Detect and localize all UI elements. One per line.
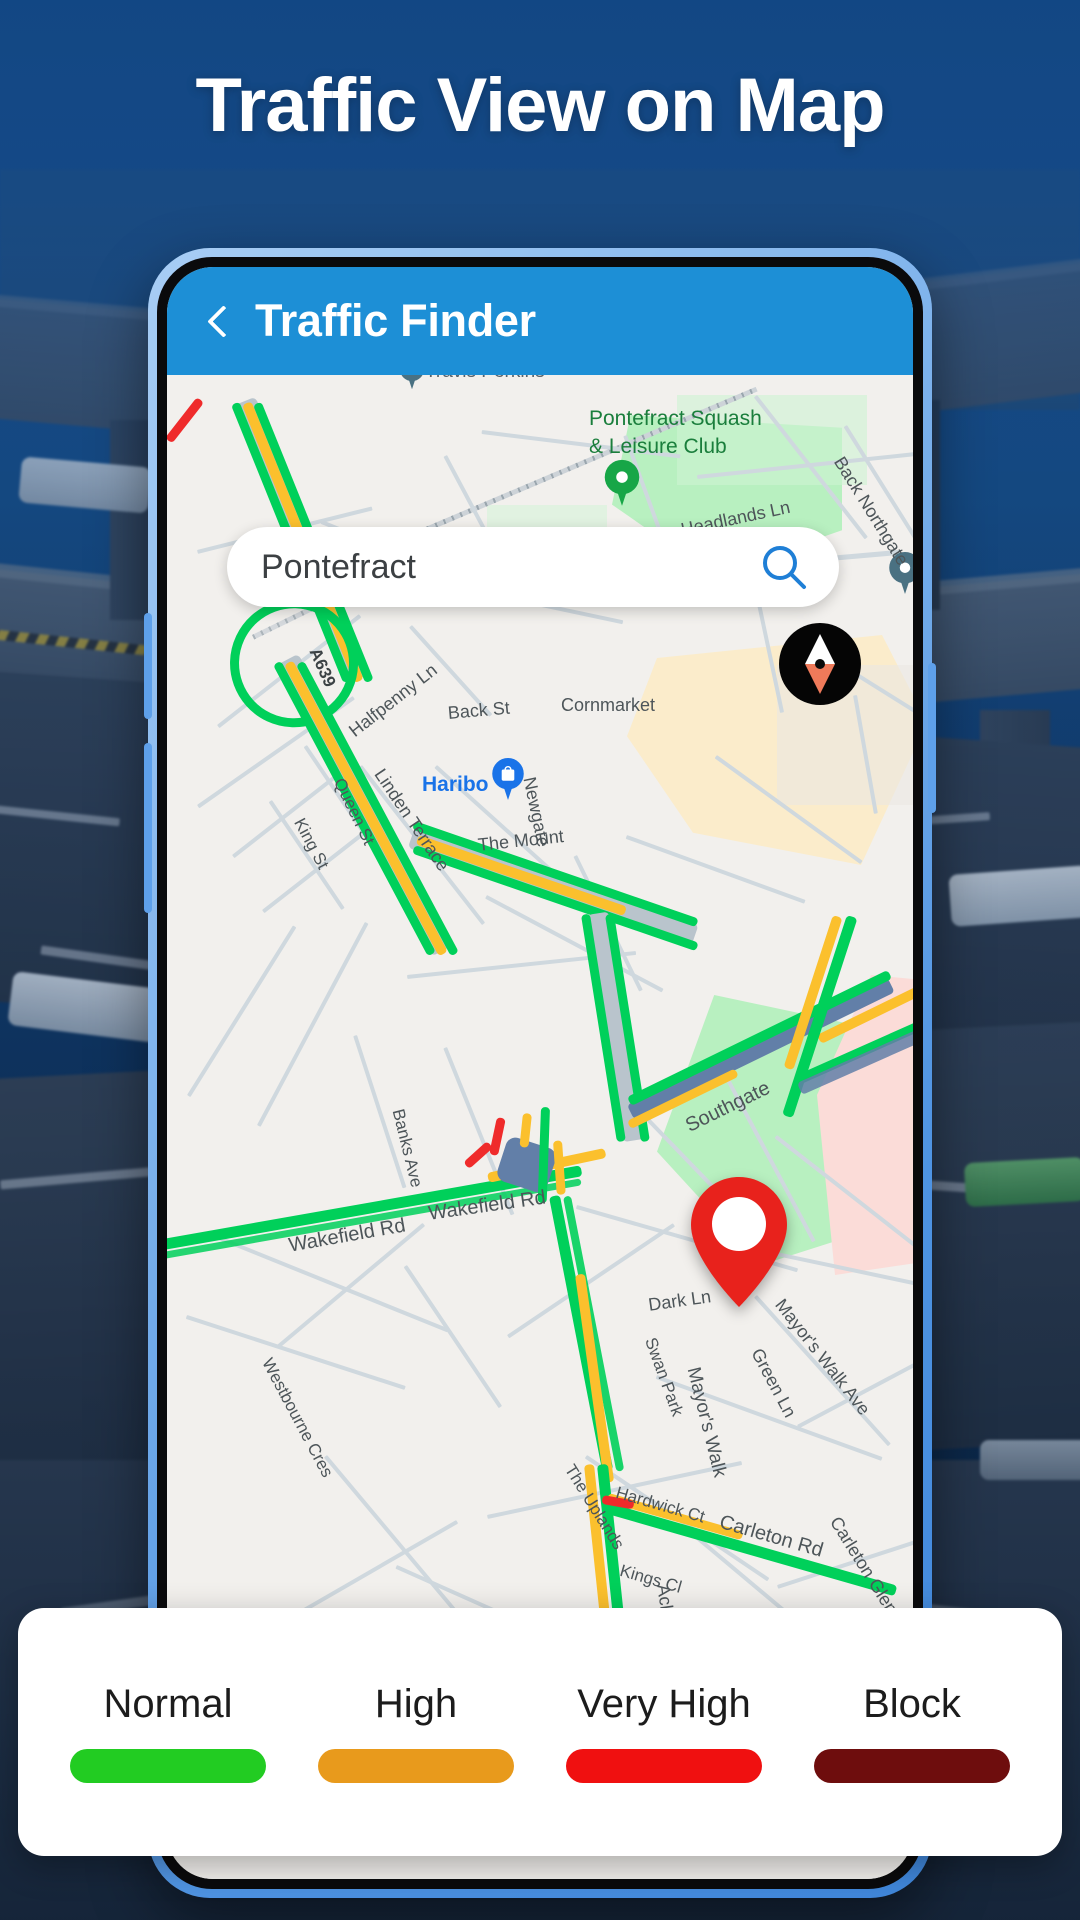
- traffic-legend-card: Normal High Very High Block: [18, 1608, 1062, 1856]
- volume-down-button[interactable]: [144, 743, 152, 913]
- legend-swatch-very-high: [566, 1748, 762, 1783]
- map-label-travis-perkins: Travis Perkins: [425, 375, 545, 383]
- location-pin-marker[interactable]: [685, 1175, 793, 1309]
- legend-item-very-high: Very High: [548, 1682, 780, 1783]
- legend-label: Block: [863, 1681, 961, 1726]
- app-bar: Traffic Finder: [167, 267, 913, 375]
- legend-swatch-block: [814, 1748, 1010, 1783]
- map-label-haribo: Haribo: [422, 773, 489, 796]
- map-pin-leisure-club[interactable]: [604, 459, 640, 508]
- app-title: Traffic Finder: [255, 295, 536, 346]
- search-input[interactable]: Pontefract: [261, 548, 759, 587]
- back-chevron-icon[interactable]: [203, 306, 233, 336]
- legend-swatch-normal: [70, 1748, 266, 1783]
- legend-swatch-high: [318, 1748, 514, 1783]
- legend-item-high: High: [300, 1682, 532, 1783]
- map-road-label: Swan Park: [641, 1335, 688, 1419]
- map-label-leisure-club-line1: Pontefract Squash: [589, 407, 762, 430]
- page-title: Traffic View on Map: [195, 63, 885, 148]
- legend-label: Normal: [103, 1681, 233, 1726]
- legend-label: Very High: [577, 1681, 751, 1726]
- compass-icon[interactable]: [779, 623, 861, 705]
- map-road-label: Cornmarket: [561, 695, 656, 715]
- map-road-label: Westbourne Cres: [258, 1355, 337, 1481]
- search-bar[interactable]: Pontefract: [227, 527, 839, 607]
- power-button[interactable]: [928, 663, 936, 813]
- legend-item-normal: Normal: [52, 1682, 284, 1783]
- map-label-leisure-club-line2: & Leisure Club: [589, 435, 727, 458]
- map-road-label: Back St: [447, 697, 511, 723]
- legend-item-block: Block: [796, 1682, 1028, 1783]
- map-road-label: Mayor's Walk: [682, 1365, 731, 1480]
- volume-up-button[interactable]: [144, 613, 152, 719]
- legend-label: High: [374, 1681, 458, 1726]
- search-icon[interactable]: [759, 542, 809, 592]
- map-pin-travis-perkins[interactable]: [400, 375, 424, 391]
